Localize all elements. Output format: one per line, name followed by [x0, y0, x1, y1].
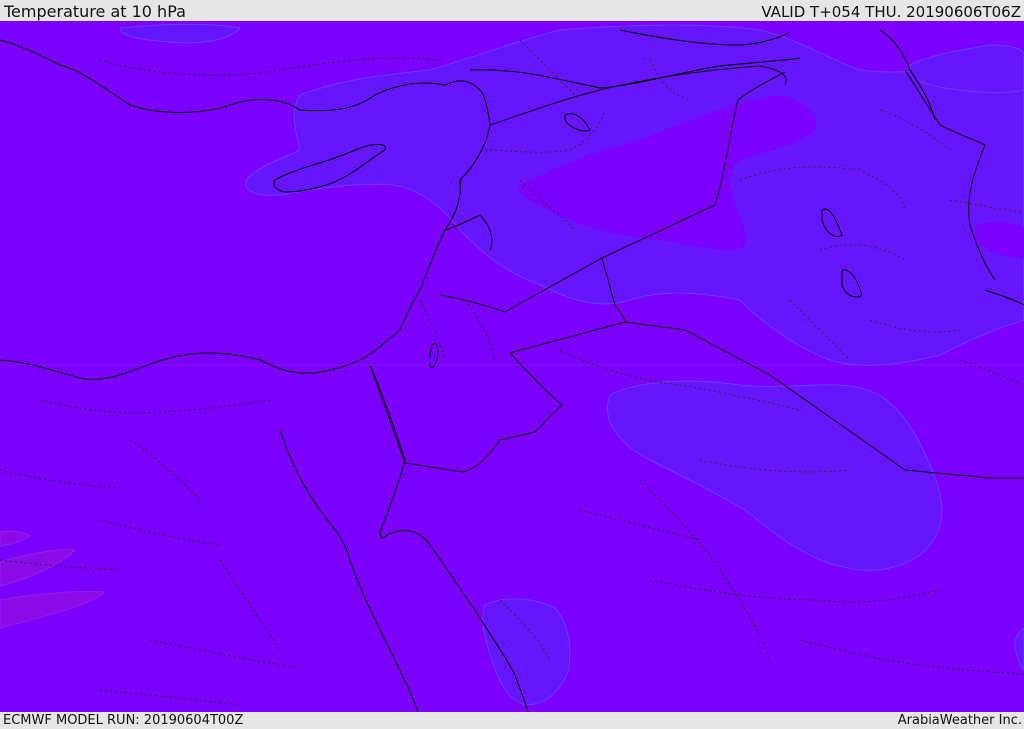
credit-label: ArabiaWeather Inc. [897, 713, 1022, 728]
map-svg [0, 21, 1024, 712]
map-title: Temperature at 10 hPa [4, 2, 186, 21]
map-area [0, 21, 1024, 712]
header-bar: Temperature at 10 hPa VALID T+054 THU. 2… [0, 0, 1024, 21]
model-run-label: ECMWF MODEL RUN: 20190604T00Z [3, 713, 244, 728]
valid-time: VALID T+054 THU. 20190606T06Z [761, 3, 1021, 21]
footer-bar: ECMWF MODEL RUN: 20190604T00Z ArabiaWeat… [0, 712, 1024, 729]
